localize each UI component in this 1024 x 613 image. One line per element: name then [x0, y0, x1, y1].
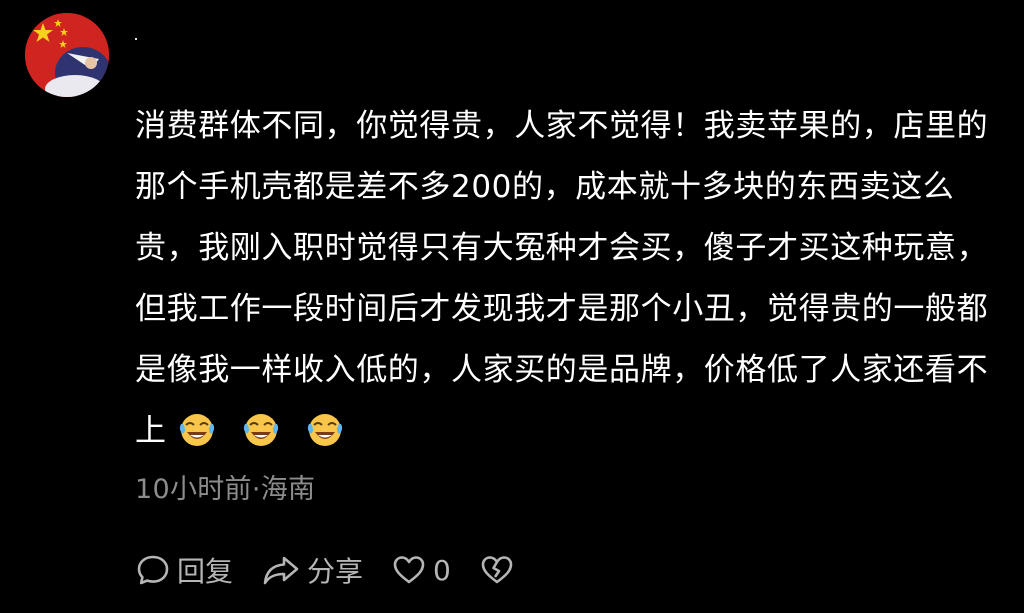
author-name[interactable]: [135, 38, 137, 40]
share-arrow-icon: [263, 556, 299, 585]
share-label: 分享: [307, 555, 364, 588]
comment-time-location: 10小时前·海南: [135, 474, 316, 505]
reply-label: 回复: [177, 555, 234, 588]
comment-text: 消费群体不同，你觉得贵，人家不觉得！我卖苹果的，店里的那个手机壳都是差不多200…: [135, 108, 989, 449]
author-avatar[interactable]: [25, 13, 109, 97]
laughing-crying-emoji-icon: [177, 408, 217, 448]
heart-icon: [393, 556, 425, 584]
laughing-crying-emoji-icon: [241, 408, 281, 448]
share-button[interactable]: 分享: [261, 550, 363, 590]
avatar-flag-icon: [25, 13, 109, 97]
broken-heart-icon: [481, 556, 513, 584]
like-count: 0: [433, 553, 451, 587]
comment-card: 消费群体不同，你觉得贵，人家不觉得！我卖苹果的，店里的那个手机壳都是差不多200…: [0, 0, 1024, 613]
dislike-button[interactable]: [479, 552, 515, 588]
speech-bubble-icon: [137, 555, 169, 585]
reply-button[interactable]: 回复: [135, 550, 233, 590]
comment-body: 消费群体不同，你觉得贵，人家不觉得！我卖苹果的，店里的那个手机壳都是差不多200…: [135, 96, 1005, 462]
like-button[interactable]: 0: [391, 552, 451, 588]
comment-actions: 回复 分享 0: [135, 550, 543, 590]
laughing-crying-emoji-icon: [305, 408, 345, 448]
